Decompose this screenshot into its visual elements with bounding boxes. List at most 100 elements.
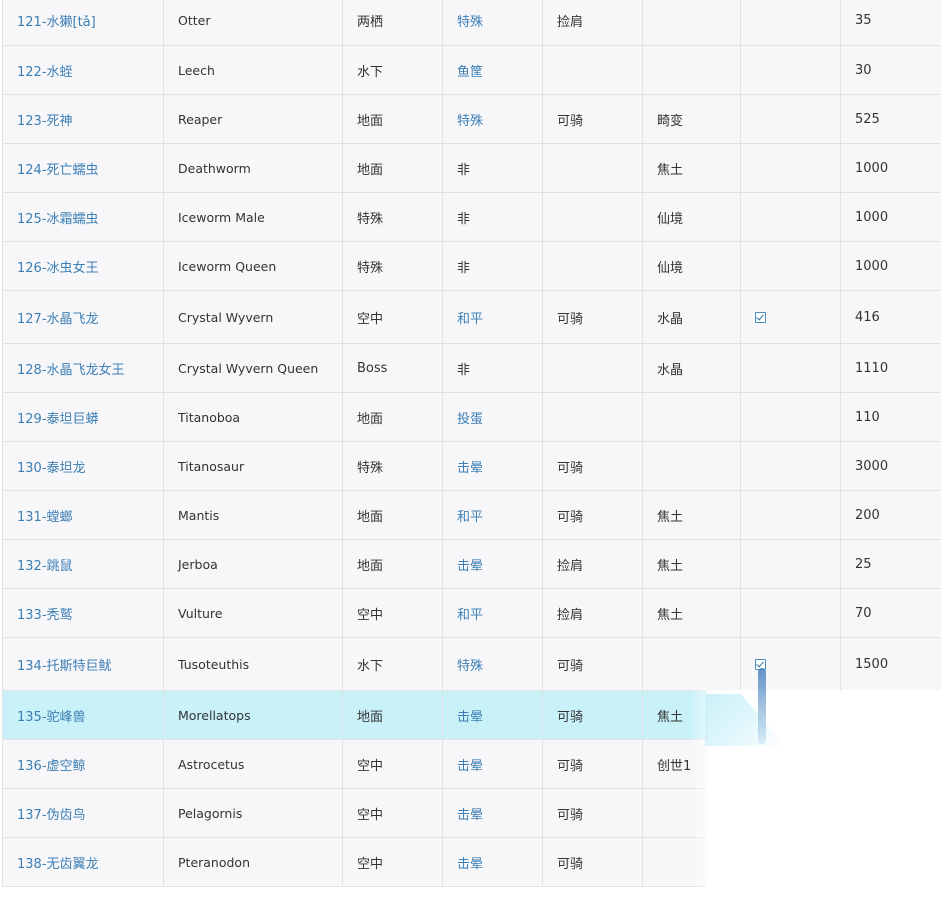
check-cell — [741, 144, 841, 193]
tame-method-cell[interactable]: 和平 — [443, 291, 543, 344]
tame-method-cell[interactable]: 投蛋 — [443, 393, 543, 442]
english-name-cell: Morellatops — [164, 691, 343, 740]
tame-method-cell[interactable]: 鱼筐 — [443, 46, 543, 95]
habitat-cell: 地面 — [343, 393, 443, 442]
tame-method-cell[interactable]: 特殊 — [443, 0, 543, 46]
english-name-cell: Jerboa — [164, 540, 343, 589]
map-cell — [643, 442, 741, 491]
creature-id-cell[interactable]: 132-跳鼠 — [3, 540, 164, 589]
creature-id-cell[interactable]: 123-死神 — [3, 95, 164, 144]
habitat-cell: 水下 — [343, 638, 443, 691]
english-name-cell: Titanosaur — [164, 442, 343, 491]
habitat-cell: 特殊 — [343, 442, 443, 491]
creature-id-cell[interactable]: 133-秃鹫 — [3, 589, 164, 638]
map-cell: 仙境 — [643, 242, 741, 291]
ride-cell: 可骑 — [543, 95, 643, 144]
tame-method-cell[interactable]: 击晕 — [443, 789, 543, 838]
check-cell — [741, 540, 841, 589]
creature-id-cell[interactable]: 124-死亡蠕虫 — [3, 144, 164, 193]
table-row: 121-水獭[tǎ]Otter两栖特殊捡肩35 — [3, 0, 941, 46]
tame-method-cell[interactable]: 击晕 — [443, 691, 543, 740]
tame-method-cell[interactable]: 击晕 — [443, 740, 543, 789]
creature-id-cell[interactable]: 121-水獭[tǎ] — [3, 0, 164, 46]
english-name-cell: Tusoteuthis — [164, 638, 343, 691]
creature-id-cell[interactable]: 137-伪齿鸟 — [3, 789, 164, 838]
creature-id-cell[interactable]: 129-泰坦巨蟒 — [3, 393, 164, 442]
check-cell — [741, 442, 841, 491]
creature-id-cell[interactable]: 138-无齿翼龙 — [3, 838, 164, 887]
map-cell: 焦土 — [643, 589, 741, 638]
ride-cell — [543, 393, 643, 442]
habitat-cell: 地面 — [343, 540, 443, 589]
tame-method-cell[interactable]: 特殊 — [443, 95, 543, 144]
table-row: 132-跳鼠Jerboa地面击晕捡肩焦土25 — [3, 540, 941, 589]
checkbox-checked-icon — [755, 312, 766, 323]
check-cell — [741, 95, 841, 144]
english-name-cell: Crystal Wyvern Queen — [164, 344, 343, 393]
creature-id-cell[interactable]: 131-螳螂 — [3, 491, 164, 540]
value-cell: 25 — [841, 540, 941, 589]
map-cell — [643, 46, 741, 95]
table-row: 122-水蛭Leech水下鱼筐30 — [3, 46, 941, 95]
tame-method-cell[interactable]: 和平 — [443, 589, 543, 638]
tame-method-cell[interactable]: 击晕 — [443, 442, 543, 491]
value-cell: 35 — [841, 0, 941, 46]
habitat-cell: 地面 — [343, 95, 443, 144]
tame-method-cell[interactable]: 击晕 — [443, 838, 543, 887]
habitat-cell: 地面 — [343, 491, 443, 540]
english-name-cell: Leech — [164, 46, 343, 95]
habitat-cell: 空中 — [343, 740, 443, 789]
map-cell: 焦土 — [643, 491, 741, 540]
creature-id-cell[interactable]: 134-托斯特巨鱿 — [3, 638, 164, 691]
tame-method-cell[interactable]: 击晕 — [443, 540, 543, 589]
creature-id-cell[interactable]: 136-虚空鲸 — [3, 740, 164, 789]
english-name-cell: Vulture — [164, 589, 343, 638]
habitat-cell: 空中 — [343, 838, 443, 887]
ride-cell: 捡肩 — [543, 540, 643, 589]
table-row: 133-秃鹫Vulture空中和平捡肩焦土70 — [3, 589, 941, 638]
tame-method-cell[interactable]: 和平 — [443, 491, 543, 540]
habitat-cell: 空中 — [343, 789, 443, 838]
value-cell: 30 — [841, 46, 941, 95]
habitat-cell: 空中 — [343, 291, 443, 344]
map-cell — [643, 0, 741, 46]
creature-id-cell[interactable]: 125-冰霜蠕虫 — [3, 193, 164, 242]
table-row: 128-水晶飞龙女王Crystal Wyvern QueenBoss非水晶111… — [3, 344, 941, 393]
check-cell — [741, 589, 841, 638]
value-cell: 110 — [841, 393, 941, 442]
tame-method-cell: 非 — [443, 344, 543, 393]
creature-id-cell[interactable]: 135-驼峰兽 — [3, 691, 164, 740]
ride-cell: 可骑 — [543, 740, 643, 789]
value-cell: 3000 — [841, 442, 941, 491]
habitat-cell: 特殊 — [343, 193, 443, 242]
ride-cell: 可骑 — [543, 789, 643, 838]
table-row: 130-泰坦龙Titanosaur特殊击晕可骑 3000 — [3, 442, 941, 491]
ride-cell: 可骑 — [543, 491, 643, 540]
value-cell: 1000 — [841, 144, 941, 193]
check-cell — [741, 344, 841, 393]
ride-cell: 捡肩 — [543, 0, 643, 46]
creature-id-cell[interactable]: 130-泰坦龙 — [3, 442, 164, 491]
map-cell: 仙境 — [643, 193, 741, 242]
ride-cell: 可骑 — [543, 638, 643, 691]
table-row: 134-托斯特巨鱿Tusoteuthis水下特殊可骑1500 — [3, 638, 941, 691]
value-cell: 1000 — [841, 193, 941, 242]
habitat-cell: 两栖 — [343, 0, 443, 46]
english-name-cell: Pelagornis — [164, 789, 343, 838]
english-name-cell: Titanoboa — [164, 393, 343, 442]
creature-id-cell[interactable]: 127-水晶飞龙 — [3, 291, 164, 344]
creature-id-cell[interactable]: 122-水蛭 — [3, 46, 164, 95]
scroll-indicator — [758, 668, 766, 744]
creature-id-cell[interactable]: 126-冰虫女王 — [3, 242, 164, 291]
ride-cell: 可骑 — [543, 442, 643, 491]
habitat-cell: 地面 — [343, 144, 443, 193]
table-row: 123-死神Reaper地面特殊可骑畸变525 — [3, 95, 941, 144]
ride-cell: 捡肩 — [543, 589, 643, 638]
tame-method-cell[interactable]: 特殊 — [443, 638, 543, 691]
english-name-cell: Mantis — [164, 491, 343, 540]
value-cell: 1000 — [841, 242, 941, 291]
map-cell: 水晶 — [643, 291, 741, 344]
creature-id-cell[interactable]: 128-水晶飞龙女王 — [3, 344, 164, 393]
ride-cell: 可骑 — [543, 838, 643, 887]
tame-method-cell: 非 — [443, 193, 543, 242]
